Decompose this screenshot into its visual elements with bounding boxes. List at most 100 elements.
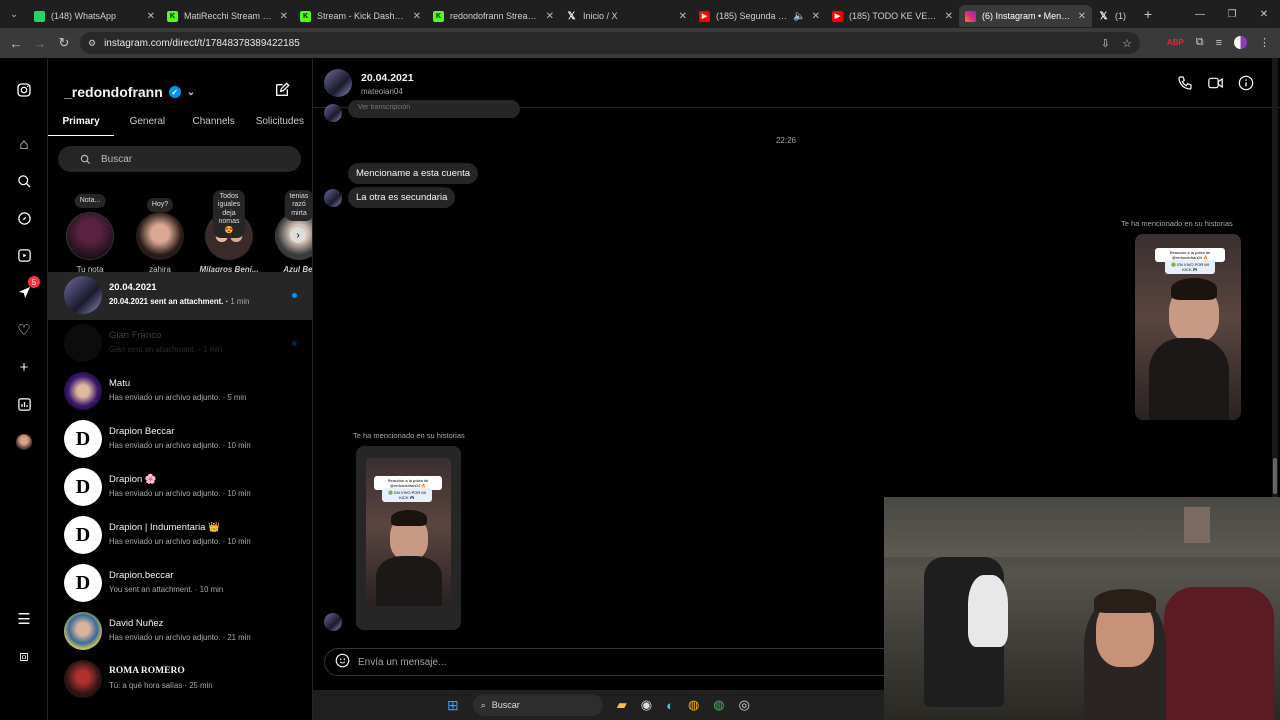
tab-channels[interactable]: Channels — [181, 114, 247, 136]
instagram-favicon-icon — [965, 10, 976, 22]
windows-taskbar: ⊞ ⌕ Buscar ▰ ◉ ◐ ◍ ◍ ◎ — [313, 690, 884, 720]
profile-avatar-icon[interactable] — [1234, 36, 1247, 49]
window-controls: — ❐ ✕ — [1184, 0, 1280, 28]
notes-next-arrow-icon[interactable]: › — [290, 227, 306, 243]
tab-requests[interactable]: Solicitudes — [247, 114, 312, 136]
tab-general[interactable]: General — [114, 114, 180, 136]
browser-tab-youtube-2[interactable]: ▶(185) TODO KE VER (Tu✕ — [826, 5, 959, 27]
browser-tab-youtube-1[interactable]: ▶ (185) Segunda vela 🔈 ✕ — [693, 5, 826, 27]
explore-icon[interactable] — [14, 208, 34, 228]
close-tab-icon[interactable]: ✕ — [413, 11, 421, 22]
message-bubble[interactable]: Mencioname a esta cuenta — [348, 163, 479, 184]
close-tab-icon[interactable]: ✕ — [812, 11, 820, 22]
webcam-plush — [968, 575, 1008, 647]
home-icon[interactable]: ⌂ — [14, 134, 34, 154]
avatar — [64, 324, 102, 362]
extensions-puzzle-icon[interactable]: ⧉ — [1196, 36, 1204, 49]
forward-icon[interactable]: → — [28, 36, 52, 51]
restore-icon[interactable]: ❐ — [1216, 0, 1248, 28]
conversation-item[interactable]: Matu Has enviado un archivo adjunto. · 5… — [48, 368, 312, 416]
create-icon[interactable]: + — [14, 357, 34, 377]
close-window-icon[interactable]: ✕ — [1248, 0, 1280, 28]
chrome-profile-icon[interactable]: ◍ — [713, 697, 724, 713]
browser-menu-icon[interactable]: ⋮ — [1259, 36, 1270, 49]
search-placeholder: Buscar — [101, 153, 133, 165]
message-bubble[interactable]: La otra es secundaria — [348, 187, 456, 208]
speaker-icon[interactable]: 🔈 — [793, 11, 805, 22]
chat-scrollbar[interactable] — [1272, 58, 1278, 498]
conversation-item[interactable]: Gian Franco Gian sent an attachment. · 1… — [48, 320, 312, 368]
adblock-extension-icon[interactable]: ABP — [1167, 38, 1184, 47]
note-bubble: Nota... — [74, 194, 106, 209]
taskbar-search[interactable]: ⌕ Buscar — [472, 694, 603, 716]
edge-icon[interactable]: ◐ — [666, 698, 674, 713]
search-icon[interactable] — [14, 171, 34, 191]
conversation-item[interactable]: D Drapion Beccar Has enviado un archivo … — [48, 416, 312, 464]
story-mention-card[interactable]: Reacción a la polea de @redondofran04 🔥 … — [1135, 234, 1241, 420]
install-app-icon[interactable]: ⇩ — [1101, 37, 1110, 50]
close-tab-icon[interactable]: ✕ — [1078, 11, 1086, 22]
browser-tab-kick-2[interactable]: KStream - Kick Dashboard✕ — [294, 5, 427, 27]
conversation-item[interactable]: David Nuñez Has enviado un archivo adjun… — [48, 608, 312, 656]
message-bubble[interactable]: Ver transcripción — [348, 100, 520, 118]
back-icon[interactable]: ← — [4, 36, 28, 51]
chat-title[interactable]: 20.04.2021 — [361, 72, 414, 84]
obs-icon[interactable]: ◉ — [641, 697, 652, 713]
messages-icon[interactable]: 5 — [14, 276, 40, 302]
conversation-preview: Has enviado un archivo adjunto. · 10 min — [109, 489, 251, 498]
info-icon[interactable] — [1238, 75, 1254, 95]
file-explorer-icon[interactable]: ▰ — [617, 697, 627, 713]
browser-tab-instagram[interactable]: (6) Instagram • Mensajes✕ — [959, 5, 1092, 27]
close-tab-icon[interactable]: ✕ — [546, 11, 554, 22]
taskbar-search-label: Buscar — [491, 700, 520, 710]
minimize-icon[interactable]: — — [1184, 0, 1216, 28]
close-tab-icon[interactable]: ✕ — [147, 11, 155, 22]
close-tab-icon[interactable]: ✕ — [679, 11, 687, 22]
conversation-item[interactable]: D Drapion 🌸 Has enviado un archivo adjun… — [48, 464, 312, 512]
browser-tab-x[interactable]: 𝕏 Inicio / X ✕ — [560, 5, 693, 27]
avatar — [64, 660, 102, 698]
heart-icon[interactable]: ♡ — [14, 320, 34, 340]
chat-avatar[interactable] — [324, 69, 352, 97]
profile-icon[interactable] — [14, 432, 34, 452]
conversation-item[interactable]: ROMA ROMERO Tú: a qué hora salías · 25 m… — [48, 656, 312, 704]
messages-badge: 5 — [28, 276, 40, 288]
chrome-icon[interactable]: ◍ — [688, 697, 699, 713]
conversation-name: 20.04.2021 — [109, 282, 157, 293]
close-tab-icon[interactable]: ✕ — [945, 11, 953, 22]
story-mention-card[interactable]: Reacción a la polea de @redondofran04 🔥 … — [356, 446, 461, 630]
reels-icon[interactable] — [14, 245, 34, 265]
tab-primary[interactable]: Primary — [48, 114, 115, 136]
conversation-name: Drapion Beccar — [109, 426, 175, 437]
browser-tab-whatsapp[interactable]: (148) WhatsApp ✕ — [28, 5, 161, 27]
address-bar[interactable]: ⚙ instagram.com/direct/t/178483783894221… — [80, 32, 1140, 54]
conversation-item[interactable]: D Drapion.beccar You sent an attachment.… — [48, 560, 312, 608]
conversation-item[interactable]: 20.04.2021 20.04.2021 sent an attachment… — [48, 272, 312, 320]
tab-search-icon[interactable]: ⌄ — [0, 0, 28, 28]
webcam-wall — [884, 497, 1280, 557]
threads-icon[interactable]: ⧈ — [14, 646, 34, 666]
phone-call-icon[interactable] — [1177, 75, 1193, 95]
app-icon[interactable]: ◎ — [739, 697, 750, 713]
media-controls-icon[interactable]: ≡ — [1216, 37, 1222, 49]
video-call-icon[interactable] — [1207, 75, 1224, 95]
browser-tab-x-2[interactable]: 𝕏 (1) — [1092, 5, 1136, 27]
search-input[interactable]: Buscar — [58, 146, 301, 172]
emoji-icon[interactable] — [335, 653, 350, 671]
close-tab-icon[interactable]: ✕ — [280, 11, 288, 22]
conversation-preview: Gian sent an attachment. · 1 min — [109, 345, 223, 354]
reload-icon[interactable]: ↻ — [52, 35, 76, 51]
browser-tab-kick-1[interactable]: K MatiRecchi Stream - Wa ✕ — [161, 5, 294, 27]
browser-tab-kick-3[interactable]: Kredondofrann Stream - ✕ — [427, 5, 560, 27]
new-message-icon[interactable] — [274, 82, 290, 102]
bookmark-star-icon[interactable]: ☆ — [1122, 37, 1132, 50]
conversation-item[interactable]: D Drapion | Indumentaria 👑 Has enviado u… — [48, 512, 312, 560]
menu-icon[interactable]: ☰ — [14, 609, 34, 629]
new-tab-button[interactable]: + — [1136, 6, 1160, 22]
account-switcher[interactable]: _redondofrann ✓ ⌄ — [64, 84, 195, 100]
dashboard-icon[interactable] — [14, 394, 34, 414]
conversation-name: David Nuñez — [109, 618, 164, 629]
windows-start-icon[interactable]: ⊞ — [447, 697, 459, 714]
instagram-icon[interactable] — [14, 80, 34, 100]
site-info-icon[interactable]: ⚙ — [88, 38, 96, 49]
